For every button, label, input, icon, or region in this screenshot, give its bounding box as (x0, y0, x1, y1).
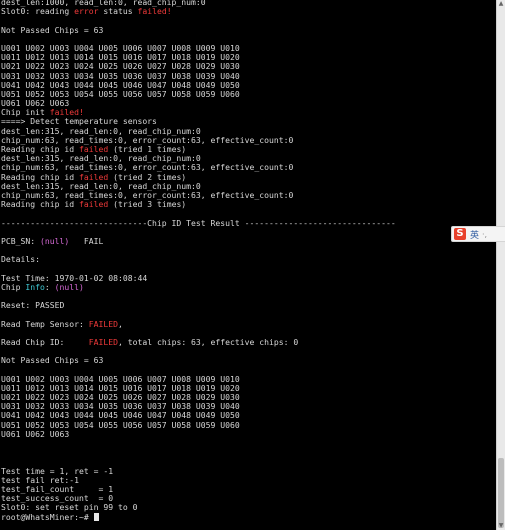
terminal-text-segment: Details: (1, 254, 40, 265)
terminal-text-segment: root@WhatsMiner:~# (1, 511, 94, 522)
terminal-text-segment: , (117, 318, 123, 329)
terminal-text-segment: : (44, 281, 55, 292)
terminal-text-segment: error (74, 6, 99, 17)
terminal-output[interactable]: dest_len:1000, read_len:0, read_chip_num… (1, 0, 491, 530)
terminal-line: Chip Info: (null) (1, 281, 491, 292)
scroll-thumb[interactable] (498, 458, 504, 528)
ime-punctuation-toggle[interactable]: ·, (482, 230, 487, 239)
terminal-line: Details: (1, 255, 491, 264)
terminal-text-segment: Read Chip ID: (1, 336, 89, 347)
terminal-line: Reading chip id failed (tried 3 times) (1, 200, 491, 209)
terminal-text-segment: PCB_SN: (1, 235, 40, 246)
terminal-text-segment: , total chips: 63, effective chips: 0 (117, 336, 299, 347)
terminal-line: Reset: PASSED (1, 301, 491, 310)
terminal-line: ------------------------------Chip ID Te… (1, 217, 491, 228)
terminal-line: Not Passed Chips = 63 (1, 356, 491, 365)
terminal-text-segment: Not Passed Chips = 63 (1, 24, 104, 35)
terminal-line: Read Temp Sensor: FAILED, (1, 318, 491, 329)
terminal-text-segment: failed! (137, 6, 172, 17)
terminal-text-segment: FAILED (88, 336, 118, 347)
terminal-text-segment: failed (78, 199, 109, 210)
terminal-text-segment: FAIL (69, 235, 104, 246)
terminal-text-segment: (null) (54, 281, 84, 292)
terminal-text-segment: Info (25, 281, 45, 292)
terminal-line: PCB_SN: (null) FAIL (1, 235, 491, 246)
terminal-cursor (93, 512, 99, 521)
ime-language-toggle[interactable]: 英 (470, 228, 479, 241)
terminal-text-segment: Reading chip id (1, 199, 79, 210)
terminal-text-segment: (null) (39, 235, 70, 246)
sogou-ime-logo-icon[interactable]: S (454, 228, 466, 240)
terminal-scrollbar[interactable]: ▲ ▼ (496, 0, 505, 530)
terminal-text-segment: Slot0: reading (1, 6, 75, 17)
terminal-text-segment: status (98, 6, 138, 17)
terminal-text-segment: Read Temp Sensor: (1, 318, 89, 329)
terminal-line: U061 U062 U063 (1, 428, 491, 439)
terminal-text-segment: (tried 3 times) (108, 199, 187, 210)
terminal-line: Read Chip ID: FAILED, total chips: 63, e… (1, 336, 491, 347)
terminal-text-segment: U061 U062 U063 (1, 428, 70, 439)
terminal-text-segment: Reset: PASSED (1, 300, 65, 311)
scroll-up-arrow-icon[interactable]: ▲ (497, 0, 505, 8)
terminal-line: root@WhatsMiner:~# (1, 511, 491, 522)
terminal-line: Not Passed Chips = 63 (1, 24, 491, 35)
terminal-text-segment: Not Passed Chips = 63 (1, 355, 104, 366)
terminal-text-segment: Chip (1, 281, 26, 292)
scroll-down-arrow-icon[interactable]: ▼ (497, 522, 505, 530)
terminal-line: U051 U052 U053 U054 U055 U056 U057 U058 … (1, 420, 491, 430)
ime-toolbar[interactable]: S 英 ·, (451, 226, 505, 242)
terminal-text-segment: ------------------------------Chip ID Te… (1, 217, 396, 228)
terminal-line: U051 U052 U053 U054 U055 U056 U057 U058 … (1, 89, 491, 99)
terminal-text-segment: FAILED (88, 318, 118, 329)
terminal-line: Slot0: reading error status failed! (1, 7, 491, 16)
